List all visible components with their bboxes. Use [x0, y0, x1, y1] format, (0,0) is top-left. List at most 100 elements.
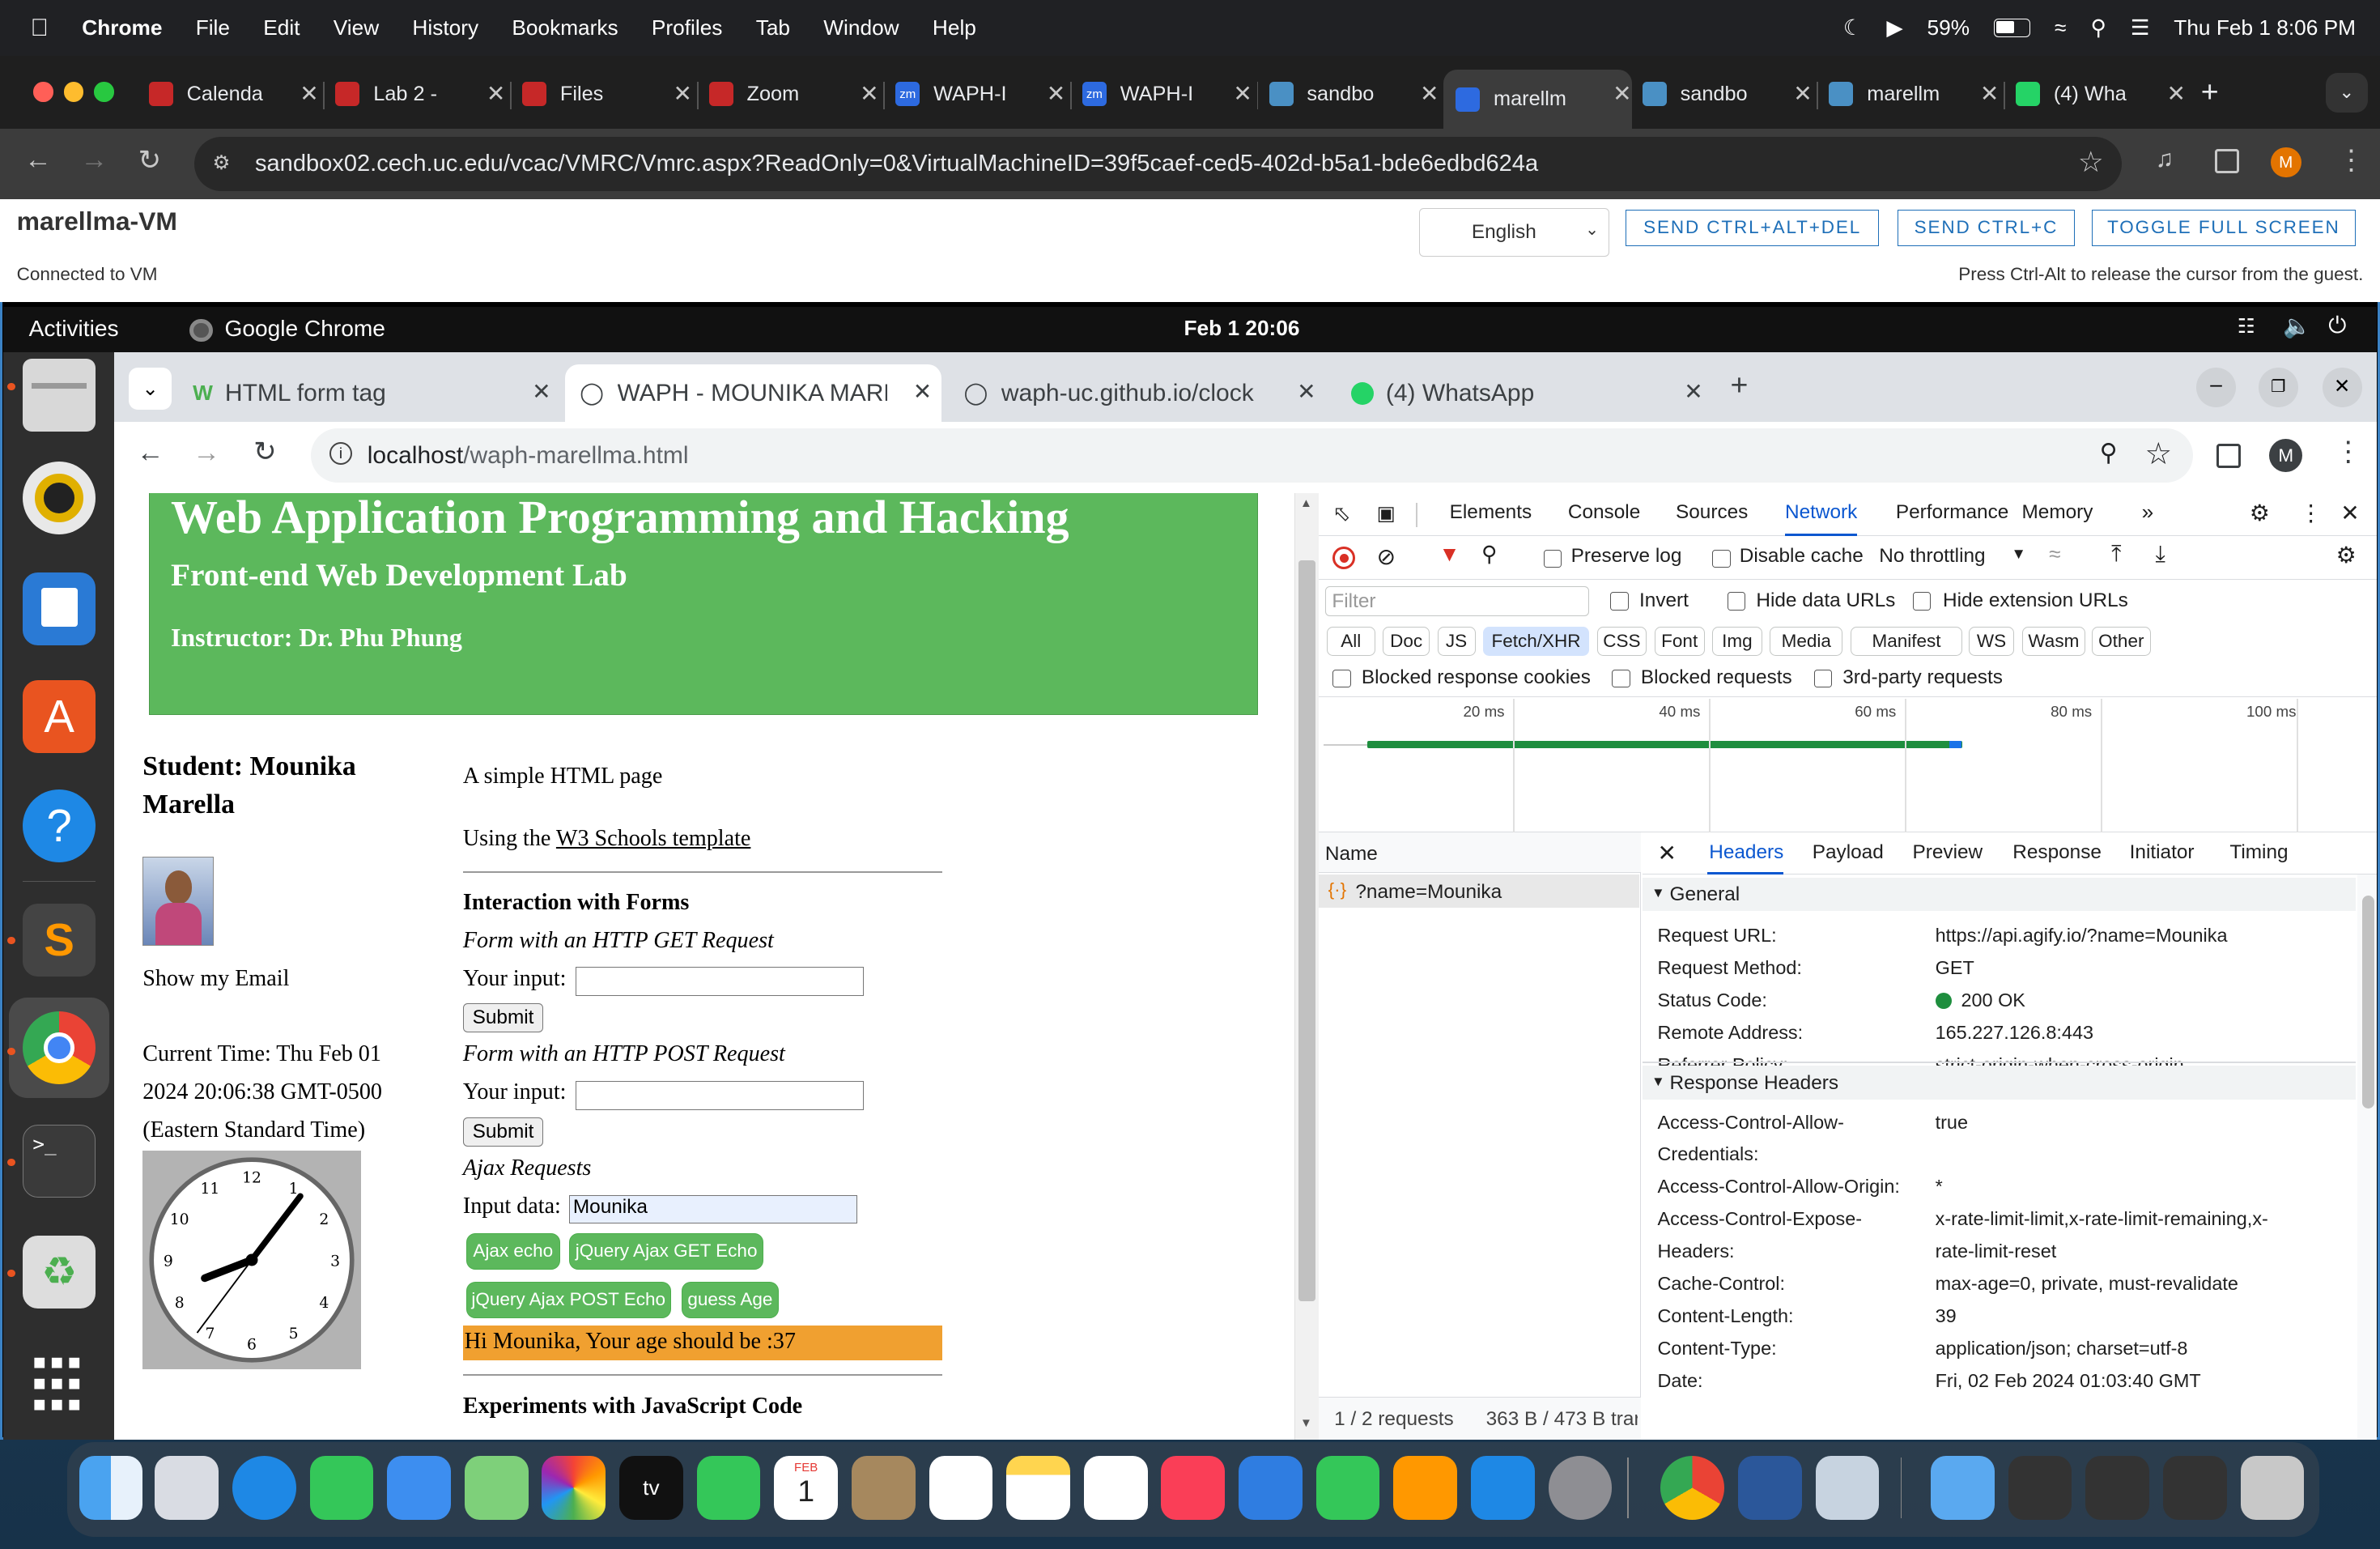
show-apps-icon[interactable]: ■■■ ■■■ ■■■	[23, 1343, 96, 1415]
word-icon[interactable]	[1737, 1456, 1802, 1520]
guess-age-button[interactable]: guess Age	[681, 1281, 779, 1318]
chip-fetch-xhr[interactable]: Fetch/XHR	[1482, 627, 1590, 656]
guest-tab-waph-active[interactable]: ◯ WAPH - MOUNIKA MARE ✕	[564, 364, 941, 423]
host-tab[interactable]: Calenda ✕	[148, 70, 319, 118]
devtools-tab-elements[interactable]: Elements	[1450, 501, 1532, 524]
header-value[interactable]: 200 OK	[1961, 989, 2025, 1011]
hide-ext-urls-checkbox[interactable]	[1912, 592, 1931, 611]
window-minimize-button[interactable]	[63, 82, 84, 102]
network-icon[interactable]: ☷	[2238, 314, 2255, 338]
tab-search-button[interactable]: ⌄	[2325, 73, 2368, 113]
clear-icon[interactable]: ⊘	[1377, 543, 1396, 570]
preview-icon[interactable]	[1815, 1456, 1880, 1520]
restore-button[interactable]: ❐	[2259, 367, 2298, 407]
host-tab[interactable]: (4) Wha ✕	[2016, 70, 2186, 118]
preserve-log-checkbox[interactable]	[1543, 549, 1562, 568]
menu-file[interactable]: File	[196, 15, 230, 40]
throttling-select[interactable]: No throttling	[1879, 545, 1985, 568]
disable-cache-checkbox[interactable]	[1712, 549, 1731, 568]
close-icon[interactable]: ✕	[532, 378, 551, 405]
reminders-icon[interactable]	[929, 1456, 993, 1520]
recent-window-1-icon[interactable]	[2008, 1456, 2072, 1520]
freeform-icon[interactable]	[1083, 1456, 1148, 1520]
safari-icon[interactable]	[232, 1456, 296, 1520]
play-icon[interactable]: ▶	[1886, 15, 1902, 40]
system-settings-icon[interactable]	[1548, 1456, 1613, 1520]
window-zoom-button[interactable]	[94, 82, 114, 102]
ajax-echo-button[interactable]: Ajax echo	[465, 1232, 560, 1270]
host-tab[interactable]: sandbo ✕	[1642, 70, 1813, 118]
header-value[interactable]: true	[1936, 1112, 1968, 1134]
host-omnibox[interactable]: ⚙ sandbox02.cech.uc.edu/vcac/VMRC/Vmrc.a…	[194, 136, 2123, 192]
close-icon[interactable]: ✕	[487, 80, 506, 107]
host-tab[interactable]: zm WAPH-I ✕	[1082, 70, 1252, 118]
reload-icon[interactable]: ↻	[138, 144, 161, 177]
header-value[interactable]: max-age=0, private, must-revalidate	[1936, 1273, 2238, 1295]
guest-tab-html-form[interactable]: W HTML form tag ✕	[184, 364, 560, 422]
battery-icon[interactable]	[1994, 19, 2031, 37]
chip-manifest[interactable]: Manifest	[1850, 627, 1963, 656]
header-value[interactable]: GET	[1936, 957, 1974, 979]
scrollbar-thumb[interactable]	[2361, 896, 2374, 1109]
numbers-icon[interactable]	[1315, 1456, 1380, 1520]
bookmark-star-icon[interactable]: ☆	[2145, 436, 2173, 471]
more-tabs-icon[interactable]: »	[2142, 500, 2154, 525]
filter-input[interactable]: Filter	[1324, 585, 1590, 617]
device-toolbar-icon[interactable]: ▣	[1377, 501, 1396, 526]
general-section-header[interactable]: ▼ General	[1642, 877, 2356, 911]
close-devtools-icon[interactable]: ✕	[2340, 500, 2360, 526]
header-value[interactable]: rate-limit-reset	[1936, 1240, 2057, 1262]
guest-omnibox[interactable]: i localhost/waph-marellma.html ⚲ ☆	[311, 428, 2194, 483]
menu-tab[interactable]: Tab	[756, 15, 790, 40]
detail-tab-initiator[interactable]: Initiator	[2130, 841, 2195, 864]
jquery-get-button[interactable]: jQuery Ajax GET Echo	[569, 1232, 764, 1270]
chrome-menu-icon[interactable]: ⋮	[2335, 436, 2362, 468]
menu-history[interactable]: History	[412, 15, 478, 40]
blocked-requests-checkbox[interactable]	[1612, 669, 1630, 688]
detail-tab-headers[interactable]: Headers	[1707, 841, 1784, 875]
close-icon[interactable]: ✕	[1793, 80, 1813, 107]
recent-window-3-icon[interactable]	[2162, 1456, 2227, 1520]
post-input-field[interactable]	[575, 1081, 864, 1110]
messages-icon[interactable]	[309, 1456, 374, 1520]
host-tab[interactable]: Lab 2 - ✕	[335, 70, 505, 118]
zoom-icon[interactable]: ⚲	[2100, 439, 2118, 467]
post-submit-button[interactable]: Submit	[462, 1117, 544, 1147]
close-icon[interactable]: ✕	[1684, 378, 1703, 405]
chip-js[interactable]: JS	[1437, 627, 1476, 656]
close-icon[interactable]: ✕	[1297, 378, 1316, 405]
devtools-tab-console[interactable]: Console	[1568, 501, 1640, 524]
send-ctrl-alt-del-button[interactable]: SEND CTRL+ALT+DEL	[1626, 209, 1880, 246]
side-panel-icon[interactable]	[2214, 148, 2239, 173]
filter-icon[interactable]: ▼	[1439, 542, 1460, 567]
scrollbar-thumb[interactable]	[1298, 560, 1315, 1301]
maps-icon[interactable]	[464, 1456, 529, 1520]
forward-arrow-icon[interactable]: →	[193, 437, 220, 469]
ajax-input-field[interactable]: Mounika	[569, 1194, 858, 1224]
forward-arrow-icon[interactable]: →	[80, 144, 108, 176]
menu-bookmarks[interactable]: Bookmarks	[512, 15, 618, 40]
name-column-header[interactable]: Name	[1325, 843, 1378, 866]
close-icon[interactable]: ✕	[300, 80, 319, 107]
bookmark-star-icon[interactable]: ☆	[2078, 146, 2104, 179]
files-icon[interactable]	[23, 358, 96, 432]
close-icon[interactable]: ✕	[1420, 80, 1439, 107]
chip-css[interactable]: CSS	[1596, 627, 1647, 656]
menu-view[interactable]: View	[334, 15, 379, 40]
trash-icon[interactable]	[2240, 1456, 2305, 1520]
chip-font[interactable]: Font	[1654, 627, 1705, 656]
close-icon[interactable]: ✕	[1047, 80, 1066, 107]
details-scrollbar[interactable]	[2357, 875, 2378, 1440]
media-controls-icon[interactable]: ♫	[2156, 146, 2174, 173]
language-select[interactable]: English ⌄	[1419, 207, 1609, 257]
writer-icon[interactable]	[23, 572, 96, 645]
chip-doc[interactable]: Doc	[1383, 627, 1430, 656]
tab-list-chevron-icon[interactable]: ⌄	[129, 367, 172, 411]
datetime[interactable]: Thu Feb 1 8:06 PM	[2174, 15, 2356, 40]
blocked-cookies-checkbox[interactable]	[1332, 669, 1351, 688]
header-value[interactable]: 39	[1936, 1305, 1957, 1327]
close-icon[interactable]: ✕	[1980, 80, 2000, 107]
launchpad-icon[interactable]	[155, 1456, 219, 1520]
dropdown-arrow-icon[interactable]: ▼	[2011, 545, 2026, 563]
minimize-button[interactable]: –	[2196, 367, 2236, 407]
